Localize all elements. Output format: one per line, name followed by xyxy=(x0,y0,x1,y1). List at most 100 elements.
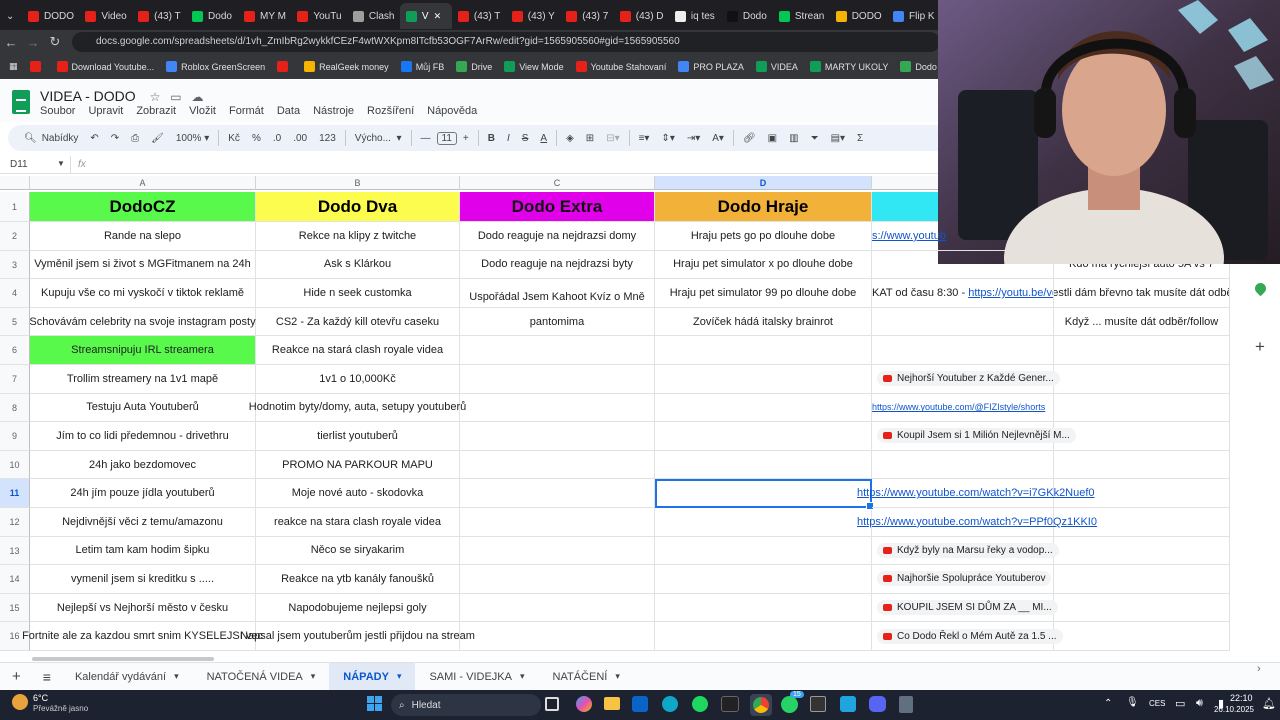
column-header[interactable]: A xyxy=(30,176,256,190)
text-color-icon[interactable]: A xyxy=(534,133,553,144)
document-title[interactable]: VIDEA - DODO ☆ ▭ ☁ xyxy=(40,88,203,104)
browser-tab[interactable]: (43) Y xyxy=(506,3,560,29)
microphone-icon[interactable]: 🎙︎ xyxy=(1126,697,1139,708)
row-header[interactable]: 9 xyxy=(0,422,30,451)
cell[interactable] xyxy=(460,508,655,537)
chevron-down-icon[interactable]: ▾ xyxy=(174,671,179,682)
cell[interactable]: Trollim streamery na 1v1 mapě xyxy=(30,365,256,394)
cell[interactable]: Napsal jsem youtuberům jestli přijdou na… xyxy=(240,622,475,651)
cell[interactable]: Co Dodo Řekl o Mém Autě za 1.5 ... xyxy=(872,622,1063,651)
zoom-select[interactable]: 100% ▾ xyxy=(170,133,215,144)
weather-icon[interactable] xyxy=(12,694,28,710)
number-format-button[interactable]: 123 xyxy=(313,133,342,144)
search-menus[interactable]: 🔍︎ Nabídky xyxy=(18,133,84,144)
youtube-smart-chip[interactable]: Koupil Jsem si 1 Milión Nejlevnější M... xyxy=(877,428,1076,444)
menu-item[interactable]: Nástroje xyxy=(313,105,354,117)
cell[interactable]: Kupuju vše co mi vyskočí v tiktok reklam… xyxy=(30,279,256,308)
browser-tab[interactable]: (43) D xyxy=(614,3,669,29)
row-header[interactable]: 6 xyxy=(0,336,30,365)
cell[interactable] xyxy=(460,479,655,508)
cell[interactable]: Když ... musíte dát odběr/follow xyxy=(1054,307,1230,337)
clock-time[interactable]: 22:10 xyxy=(1230,693,1253,703)
cell[interactable] xyxy=(1054,422,1230,451)
decrease-decimal-button[interactable]: .0 xyxy=(267,133,287,144)
youtube-smart-chip[interactable]: Co Dodo Řekl o Mém Autě za 1.5 ... xyxy=(877,628,1063,644)
menu-item[interactable]: Nápověda xyxy=(427,105,477,117)
row-header[interactable]: 11 xyxy=(0,479,30,508)
bookmark-item[interactable]: Youtube Stahovaní xyxy=(571,61,672,72)
menu-item[interactable]: Formát xyxy=(229,105,264,117)
cell[interactable]: pantomima xyxy=(460,307,655,337)
chevron-up-icon[interactable]: ⌃ xyxy=(1104,698,1112,709)
cell[interactable] xyxy=(1054,336,1230,365)
cell[interactable] xyxy=(460,593,655,623)
bookmark-item[interactable]: VIDEA xyxy=(751,61,803,72)
cell[interactable]: Reakce na stará clash royale videa xyxy=(256,336,460,365)
cell[interactable]: Napodobujeme nejlepsi goly xyxy=(256,593,460,623)
cell[interactable]: tierlist youtuberů xyxy=(256,422,460,451)
url-field[interactable]: docs.google.com/spreadsheets/d/1vh_ZmIbR… xyxy=(72,32,940,52)
maps-icon[interactable] xyxy=(1252,280,1269,297)
cell[interactable]: Dodo reaguje na nejdrazsi domy xyxy=(460,222,655,251)
row-header[interactable]: 14 xyxy=(0,565,30,594)
cell[interactable]: Schovávám celebrity na svoje instagram p… xyxy=(29,307,256,337)
cell[interactable]: Jím to co lidi předemnou - drivethru xyxy=(30,422,256,451)
cell[interactable]: Moje nové auto - skodovka xyxy=(256,479,460,508)
cell[interactable]: s://www.youtub xyxy=(872,222,1054,251)
horizontal-scrollbar[interactable] xyxy=(32,657,214,661)
cell[interactable] xyxy=(460,365,655,394)
bookmark-item[interactable] xyxy=(25,61,50,72)
undo-icon[interactable]: ↶ xyxy=(84,133,104,144)
cell[interactable] xyxy=(655,422,872,451)
cell[interactable] xyxy=(1054,593,1230,623)
row-header[interactable]: 1 xyxy=(0,192,30,222)
cell[interactable] xyxy=(460,622,655,651)
bookmark-item[interactable]: Download Youtube... xyxy=(52,61,160,72)
cell[interactable] xyxy=(1054,536,1230,566)
cell[interactable]: Zovíček hádá italsky brainrot xyxy=(655,307,872,337)
cell[interactable] xyxy=(872,307,1054,337)
sheet-tab[interactable]: NATOČENÁ VIDEA ▾ xyxy=(193,663,330,691)
chevron-down-icon[interactable]: ▾ xyxy=(311,671,316,682)
cell-link[interactable]: https://www.youtube.com/watch?v=i7GKk2Nu… xyxy=(857,487,1095,499)
cell[interactable]: https://www.youtube.com/@FIZIstyle/short… xyxy=(872,393,1054,423)
chevron-down-icon[interactable]: ▼ xyxy=(57,159,65,168)
font-select[interactable]: Výcho... ▾ xyxy=(349,133,408,144)
browser-tab[interactable]: MY M xyxy=(238,3,291,29)
currency-button[interactable]: Kč xyxy=(222,133,246,144)
redo-icon[interactable]: ↷ xyxy=(105,133,125,144)
browser-tab[interactable]: V ✕ xyxy=(399,3,452,29)
browser-tab[interactable]: iq tes xyxy=(669,3,721,29)
cell[interactable] xyxy=(1054,365,1230,394)
row-header[interactable]: 12 xyxy=(0,508,30,537)
cell[interactable]: https://www.youtube.com/watch?v=PPf0Qz1K… xyxy=(857,508,1097,537)
cell[interactable] xyxy=(655,593,872,623)
task-view-icon[interactable] xyxy=(545,697,559,711)
cell[interactable]: Fortnite ale za kazdou smrt snim KYSELEJ… xyxy=(22,622,263,651)
cell[interactable]: 24h jako bezdomovec xyxy=(30,450,256,480)
menu-item[interactable]: Zobrazit xyxy=(136,105,176,117)
sheet-tab[interactable]: Kalendář vydávání ▾ xyxy=(61,663,193,691)
bookmark-item[interactable]: RealGeek money xyxy=(299,61,394,72)
clock-date[interactable]: 26.10.2025 xyxy=(1212,705,1254,714)
cell[interactable]: Nejlepší vs Nejhorší město v česku xyxy=(30,593,256,623)
document-title-text[interactable]: VIDEA - DODO xyxy=(40,88,136,104)
cell[interactable]: https://www.youtube.com/watch?v=i7GKk2Nu… xyxy=(857,479,1095,508)
row-header[interactable]: 10 xyxy=(0,450,30,480)
network-icon[interactable]: ▭ xyxy=(1175,697,1185,710)
bookmark-item[interactable]: Roblox GreenScreen xyxy=(161,61,270,72)
browser-tab[interactable]: YouTu xyxy=(291,3,347,29)
column-header[interactable]: D xyxy=(655,176,872,190)
font-size-increase-button[interactable]: + xyxy=(457,133,475,144)
cell[interactable] xyxy=(655,565,872,594)
cell[interactable] xyxy=(655,508,872,537)
epic-games-icon[interactable] xyxy=(810,696,826,712)
youtube-smart-chip[interactable]: Nejhorší Youtuber z Každé Gener... xyxy=(877,371,1060,387)
bookmark-item[interactable]: Drive xyxy=(451,61,497,72)
cell[interactable] xyxy=(1054,393,1230,423)
fill-color-icon[interactable]: ◈ xyxy=(560,133,580,144)
insert-chart-icon[interactable]: ▥ xyxy=(783,133,804,144)
cell[interactable]: Dodo reaguje na nejdrazsi byty xyxy=(460,250,655,280)
borders-icon[interactable]: ⊞ xyxy=(580,133,600,144)
bookmark-item[interactable] xyxy=(272,61,297,72)
